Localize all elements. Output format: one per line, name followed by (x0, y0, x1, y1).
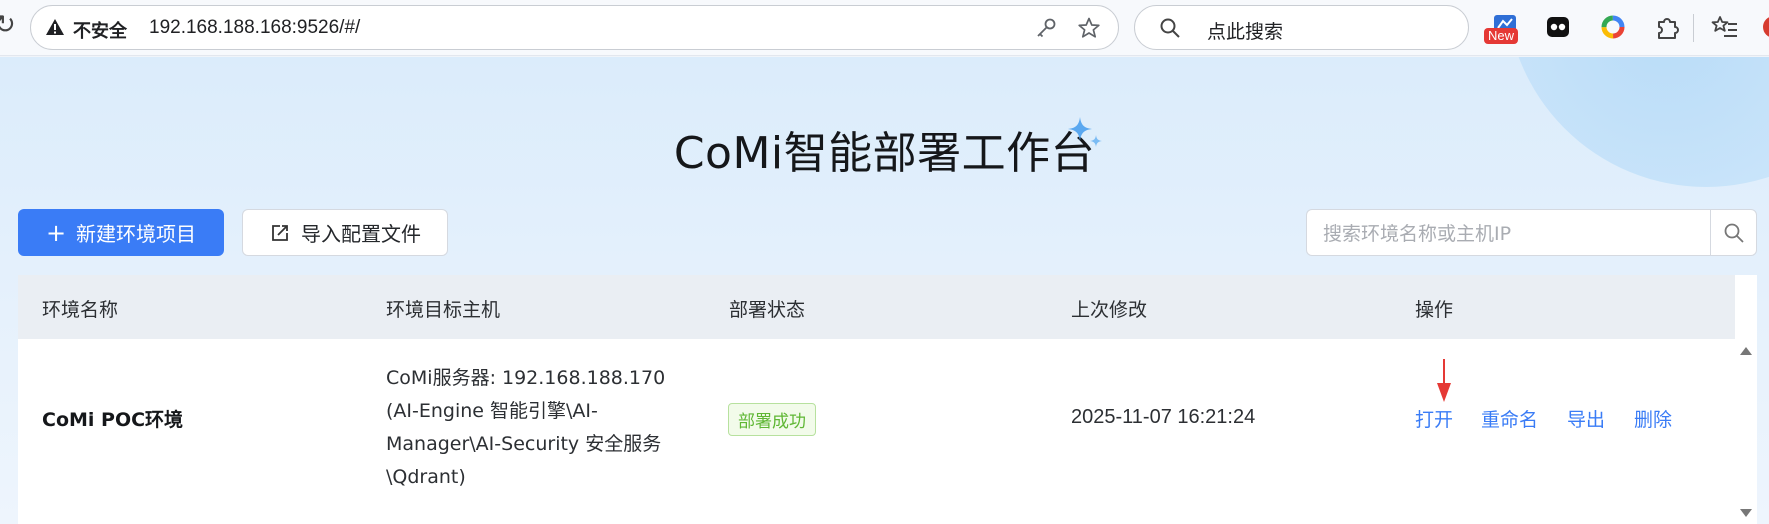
scroll-down-icon[interactable] (1740, 509, 1752, 517)
new-environment-label: 新建环境项目 (76, 222, 197, 246)
extensions-puzzle-icon[interactable] (1652, 12, 1682, 42)
security-label[interactable]: 不安全 (73, 17, 127, 43)
environment-search-input[interactable]: 搜索环境名称或主机IP (1306, 209, 1710, 256)
page-title: CoMi智能部署工作台 (673, 128, 1096, 179)
host-line: Manager\AI-Security 安全服务 (386, 433, 662, 455)
table-header: 环境名称 环境目标主机 部署状态 上次修改 操作 (18, 275, 1735, 339)
plus-icon: + (45, 218, 67, 247)
new-environment-button[interactable]: + 新建环境项目 (18, 209, 224, 256)
column-header-modified: 上次修改 (1071, 299, 1148, 321)
address-bar[interactable]: 不安全 192.168.188.168:9526/#/ (30, 5, 1119, 50)
export-action[interactable]: 导出 (1567, 405, 1605, 432)
scroll-up-icon[interactable] (1740, 347, 1752, 355)
extension-cat-icon[interactable] (1543, 12, 1573, 42)
column-header-name: 环境名称 (42, 299, 119, 321)
browser-search-box[interactable]: 点此搜索 (1134, 5, 1469, 50)
import-edit-icon (272, 224, 288, 241)
delete-action[interactable]: 删除 (1634, 405, 1672, 432)
profile-avatar-icon[interactable] (1759, 12, 1769, 42)
host-line: (AI-Engine 智能引擎\AI- (386, 400, 598, 422)
search-icon (1160, 18, 1180, 38)
annotation-arrow-icon (1437, 359, 1451, 402)
extension-color-ring-icon[interactable] (1598, 12, 1628, 42)
last-modified: 2025-11-07 16:21:24 (1071, 406, 1256, 428)
url-text[interactable]: 192.168.188.168:9526/#/ (149, 17, 360, 39)
table-scrollbar[interactable] (1735, 339, 1757, 524)
host-line: CoMi服务器: 192.168.188.170 (386, 367, 666, 389)
app-workspace: CoMi智能部署工作台 + 新建环境项目 导入配置文件 搜索环境名称或主机IP … (0, 57, 1769, 524)
open-action[interactable]: 打开 (1415, 405, 1453, 432)
import-config-button[interactable]: 导入配置文件 (242, 209, 448, 256)
bookmark-star-icon[interactable] (1077, 16, 1101, 40)
key-icon[interactable] (1035, 17, 1057, 39)
environment-table: 环境名称 环境目标主机 部署状态 上次修改 操作 CoMi POC环境 CoMi… (18, 275, 1757, 524)
host-line: \Qdrant) (386, 466, 466, 488)
environment-name: CoMi POC环境 (42, 409, 184, 431)
column-header-actions: 操作 (1415, 299, 1454, 321)
column-header-host: 环境目标主机 (386, 299, 501, 321)
new-badge: New (1484, 28, 1519, 44)
environment-search-button[interactable] (1710, 209, 1757, 256)
column-header-status: 部署状态 (729, 299, 806, 321)
warning-icon (46, 19, 64, 35)
environment-host: CoMi服务器: 192.168.188.170 (AI-Engine 智能引擎… (386, 362, 686, 494)
favorites-icon[interactable] (1710, 12, 1740, 42)
toolbar-separator (1693, 14, 1694, 42)
environment-search-placeholder: 搜索环境名称或主机IP (1323, 223, 1512, 245)
status-badge: 部署成功 (728, 403, 816, 436)
browser-search-placeholder: 点此搜索 (1207, 21, 1284, 43)
search-icon (1724, 223, 1744, 243)
rename-action[interactable]: 重命名 (1481, 405, 1538, 432)
reload-icon[interactable]: ↻ (0, 10, 16, 40)
browser-toolbar: ↻ 不安全 192.168.188.168:9526/#/ 点此搜索 New (0, 0, 1769, 56)
sparkle-icon (1068, 117, 1102, 147)
import-config-label: 导入配置文件 (301, 222, 421, 246)
table-row: CoMi POC环境 CoMi服务器: 192.168.188.170 (AI-… (18, 339, 1735, 524)
